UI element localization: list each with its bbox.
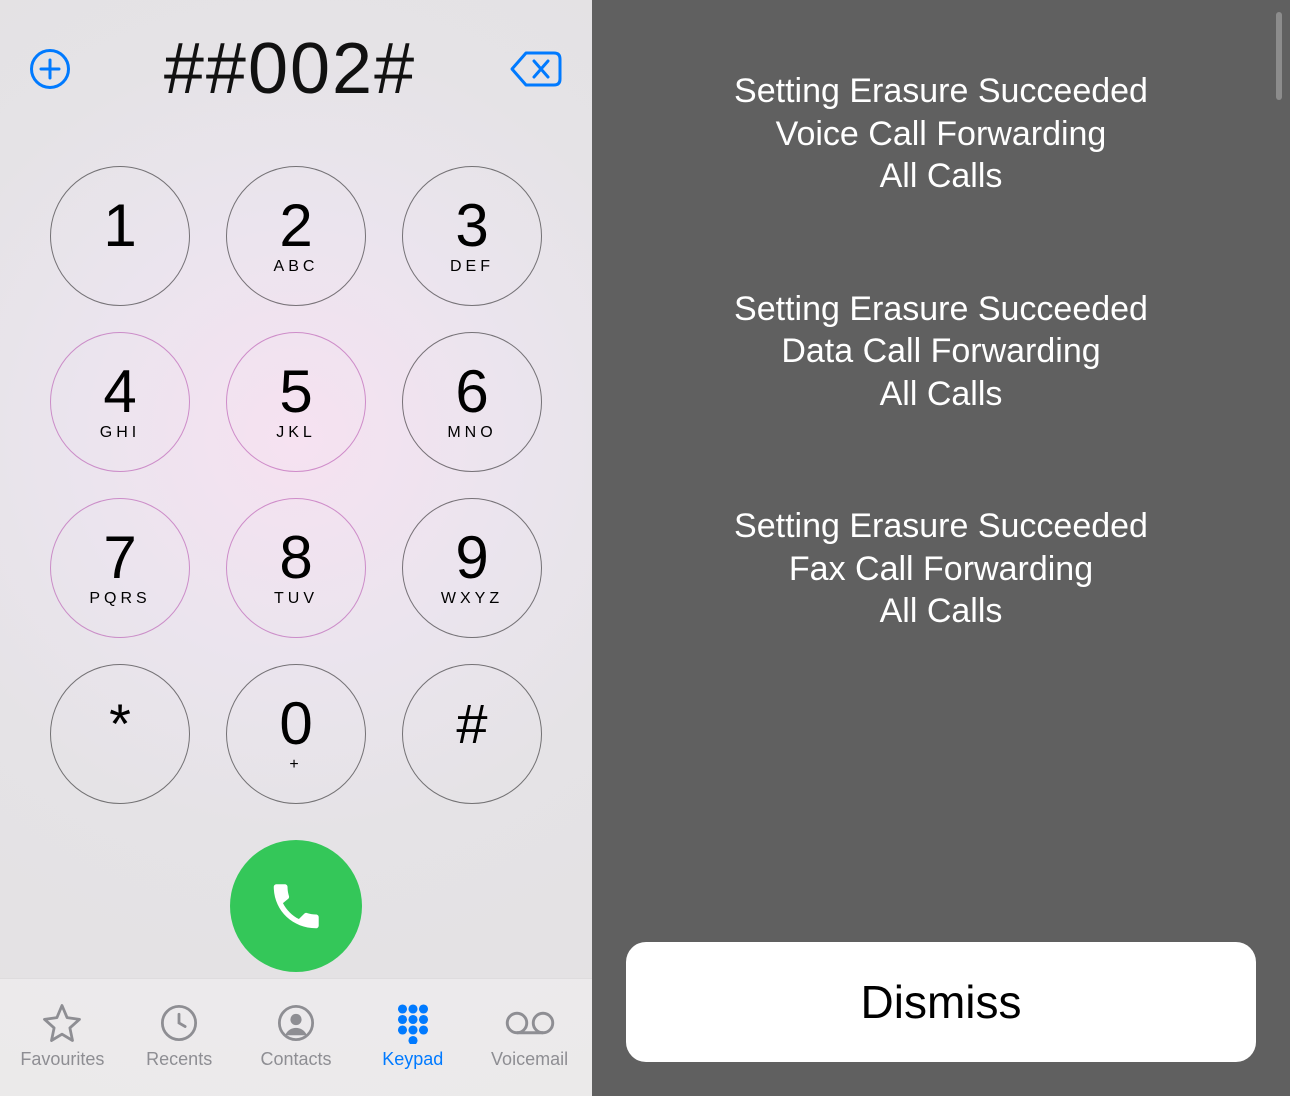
key-letters: TUV xyxy=(274,590,318,608)
key-4[interactable]: 4 GHI xyxy=(50,332,190,472)
backspace-button[interactable] xyxy=(510,49,562,89)
backspace-icon xyxy=(510,49,562,89)
key-1[interactable]: 1 xyxy=(50,166,190,306)
key-digit: 1 xyxy=(103,196,136,256)
keypad-icon-wrapper xyxy=(392,1001,434,1045)
key-0[interactable]: 0+ xyxy=(226,664,366,804)
response-line: Fax Call Forwarding xyxy=(632,548,1250,591)
response-line: All Calls xyxy=(632,373,1250,416)
key-digit: 7 xyxy=(103,528,136,588)
tab-label: Contacts xyxy=(260,1049,331,1070)
key-digit: 6 xyxy=(455,362,488,422)
key-9[interactable]: 9 WXYZ xyxy=(402,498,542,638)
add-contact-button[interactable] xyxy=(30,49,70,89)
contact-icon xyxy=(275,1002,317,1044)
key-7[interactable]: 7 PQRS xyxy=(50,498,190,638)
response-line: Voice Call Forwarding xyxy=(632,113,1250,156)
key-6[interactable]: 6 MNO xyxy=(402,332,542,472)
key-digit: 0 xyxy=(279,694,312,754)
key-letters: WXYZ xyxy=(441,590,503,608)
key-letters: + xyxy=(289,756,302,774)
key-3[interactable]: 3 DEF xyxy=(402,166,542,306)
tab-keypad[interactable]: Keypad xyxy=(358,1001,468,1070)
key-digit: 8 xyxy=(279,528,312,588)
phone-icon xyxy=(267,877,325,935)
keypad-icon xyxy=(392,1002,434,1044)
tab-bar: Favourites Recents Contacts Keypad Voicemail xyxy=(0,978,592,1096)
key-letters: ABC xyxy=(274,258,319,276)
key-letters: PQRS xyxy=(89,590,150,608)
tab-label: Keypad xyxy=(382,1049,443,1070)
favourites-icon-wrapper xyxy=(41,1001,83,1045)
call-button[interactable] xyxy=(230,840,362,972)
voicemail-icon xyxy=(504,1002,556,1044)
key-5[interactable]: 5 JKL xyxy=(226,332,366,472)
recents-icon-wrapper xyxy=(158,1001,200,1045)
response-line: Setting Erasure Succeeded xyxy=(632,288,1250,331)
response-line: Setting Erasure Succeeded xyxy=(632,70,1250,113)
key-letters: JKL xyxy=(276,424,316,442)
response-line: All Calls xyxy=(632,590,1250,633)
key-digit: # xyxy=(456,696,487,752)
clock-icon xyxy=(158,1002,200,1044)
key-digit: * xyxy=(109,696,131,752)
key-digit: 3 xyxy=(455,196,488,256)
key-2[interactable]: 2 ABC xyxy=(226,166,366,306)
carrier-response-overlay: Setting Erasure SucceededVoice Call Forw… xyxy=(592,0,1290,1096)
dialer-screen: ##002# 1 2 ABC 3 DEF 4 GHI 5 JKL 6 MNO 7 PQRS 8 TUV 9 WX… xyxy=(0,0,592,1096)
keypad-grid: 12ABC3DEF4GHI5JKL6MNO7PQRS8TUV9WXYZ*0+# xyxy=(0,110,592,822)
key-digit: 9 xyxy=(455,528,488,588)
key-letters: GHI xyxy=(100,424,140,442)
tab-contacts[interactable]: Contacts xyxy=(241,1001,351,1070)
tab-label: Voicemail xyxy=(491,1049,568,1070)
contacts-icon-wrapper xyxy=(275,1001,317,1045)
key-letters: DEF xyxy=(450,258,494,276)
tab-label: Favourites xyxy=(20,1049,104,1070)
response-line: Setting Erasure Succeeded xyxy=(632,505,1250,548)
dialed-number-display: ##002# xyxy=(164,28,416,110)
scrollbar-thumb[interactable] xyxy=(1276,12,1282,100)
voicemail-icon-wrapper xyxy=(504,1001,556,1045)
star-icon xyxy=(41,1002,83,1044)
tab-voicemail[interactable]: Voicemail xyxy=(475,1001,585,1070)
plus-icon xyxy=(39,58,61,80)
response-message: Setting Erasure SucceededVoice Call Forw… xyxy=(632,70,1250,198)
response-messages: Setting Erasure SucceededVoice Call Forw… xyxy=(592,0,1290,942)
response-message: Setting Erasure SucceededFax Call Forwar… xyxy=(632,505,1250,633)
dismiss-button[interactable]: Dismiss xyxy=(626,942,1256,1062)
key-8[interactable]: 8 TUV xyxy=(226,498,366,638)
response-message: Setting Erasure SucceededData Call Forwa… xyxy=(632,288,1250,416)
key-digit: 4 xyxy=(103,362,136,422)
response-line: All Calls xyxy=(632,155,1250,198)
response-line: Data Call Forwarding xyxy=(632,330,1250,373)
key-#[interactable]: # xyxy=(402,664,542,804)
key-*[interactable]: * xyxy=(50,664,190,804)
key-letters: MNO xyxy=(447,424,496,442)
key-digit: 5 xyxy=(279,362,312,422)
key-digit: 2 xyxy=(279,196,312,256)
tab-favourites[interactable]: Favourites xyxy=(7,1001,117,1070)
tab-recents[interactable]: Recents xyxy=(124,1001,234,1070)
tab-label: Recents xyxy=(146,1049,212,1070)
